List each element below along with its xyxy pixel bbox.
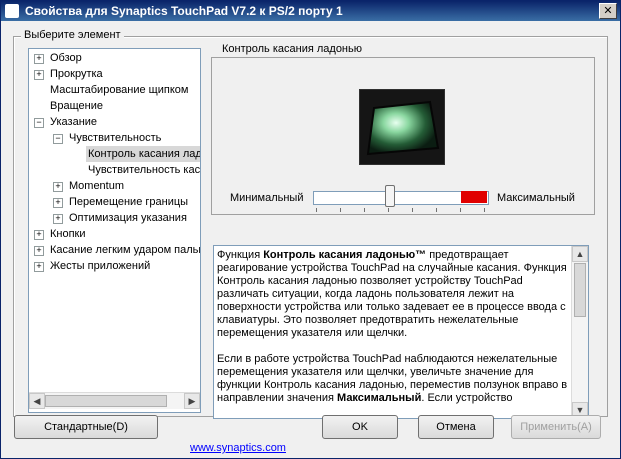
tree-item-label: Касание легким ударом пальца bbox=[50, 244, 201, 256]
scroll-left-icon[interactable]: ◀ bbox=[29, 393, 45, 409]
collapse-icon[interactable]: − bbox=[53, 134, 63, 144]
scroll-thumb[interactable] bbox=[45, 395, 167, 407]
expand-icon[interactable]: + bbox=[34, 70, 44, 80]
collapse-icon[interactable]: − bbox=[34, 118, 44, 128]
description-p2-rest: . Если устройство bbox=[421, 392, 513, 404]
tree-horizontal-scrollbar[interactable]: ◀ ▶ bbox=[29, 392, 200, 409]
synaptics-link[interactable]: www.synaptics.com bbox=[190, 442, 286, 454]
max-label: Максимальный bbox=[497, 192, 575, 204]
scroll-up-icon[interactable]: ▲ bbox=[572, 246, 588, 262]
description-p2-bold: Максимальный bbox=[337, 392, 422, 404]
slider-tick bbox=[460, 208, 461, 212]
scroll-right-icon[interactable]: ▶ bbox=[184, 393, 200, 409]
close-button[interactable]: ✕ bbox=[599, 3, 617, 19]
expand-icon[interactable]: + bbox=[53, 214, 63, 224]
description-p1-prefix: Функция bbox=[217, 249, 264, 261]
defaults-button[interactable]: Стандартные(D) bbox=[14, 415, 158, 439]
slider-tick bbox=[316, 208, 317, 212]
tree-item-label: Прокрутка bbox=[50, 68, 103, 80]
tree-item-label: Вращение bbox=[50, 100, 103, 112]
slider-tick bbox=[340, 208, 341, 212]
expand-icon[interactable]: + bbox=[34, 230, 44, 240]
slider-tick bbox=[388, 208, 389, 212]
tree-item-label: Momentum bbox=[69, 180, 125, 192]
expand-icon[interactable]: + bbox=[34, 246, 44, 256]
title-bar: Свойства для Synaptics TouchPad V7.2 к P… bbox=[1, 1, 620, 21]
apply-button[interactable]: Применить(A) bbox=[511, 415, 601, 439]
tree-item-label: Чувствительность bbox=[69, 132, 162, 144]
group-label: Выберите элемент bbox=[21, 29, 124, 41]
window-title: Свойства для Synaptics TouchPad V7.2 к P… bbox=[25, 4, 343, 18]
description-box[interactable]: Функция Контроль касания ладонью™ предот… bbox=[213, 245, 589, 419]
description-p1-bold: Контроль касания ладонью™ bbox=[263, 249, 427, 261]
tree-item-palm-check[interactable]: Контроль касания ладонью bbox=[86, 146, 201, 162]
tree-item-label: Контроль касания ладонью bbox=[88, 148, 201, 160]
slider-tick bbox=[436, 208, 437, 212]
tree-item-label: Обзор bbox=[50, 52, 82, 64]
tree-item-label: Масштабирование щипком bbox=[50, 84, 189, 96]
tree-item-label: Указание bbox=[50, 116, 98, 128]
cancel-button[interactable]: Отмена bbox=[418, 415, 494, 439]
expand-icon[interactable]: + bbox=[53, 198, 63, 208]
description-p1-rest: предотвращает реагирование устройства To… bbox=[217, 249, 567, 339]
expand-icon[interactable]: + bbox=[53, 182, 63, 192]
palm-check-slider-max-zone bbox=[461, 191, 487, 203]
tree-item-label: Оптимизация указания bbox=[69, 212, 187, 224]
min-label: Минимальный bbox=[230, 192, 304, 204]
properties-window: Свойства для Synaptics TouchPad V7.2 к P… bbox=[0, 0, 621, 459]
slider-tick bbox=[364, 208, 365, 212]
palm-check-title: Контроль касания ладонью bbox=[220, 43, 364, 55]
settings-tree[interactable]: + Обзор + Прокрутка Масштабирование щипк… bbox=[28, 48, 201, 413]
tree-item-label: Кнопки bbox=[50, 228, 86, 240]
tree-item-label: Перемещение границы bbox=[69, 196, 189, 208]
description-text: Функция Контроль касания ладонью™ предот… bbox=[217, 249, 569, 418]
scroll-thumb[interactable] bbox=[574, 263, 586, 317]
slider-tick bbox=[412, 208, 413, 212]
app-icon bbox=[5, 4, 19, 18]
expand-icon[interactable]: + bbox=[34, 54, 44, 64]
description-vertical-scrollbar[interactable]: ▲ ▼ bbox=[571, 246, 588, 418]
touchpad-palm-image bbox=[359, 89, 445, 165]
tree-item-label: Жесты приложений bbox=[50, 260, 151, 272]
palm-check-slider-thumb[interactable] bbox=[385, 185, 395, 207]
ok-button[interactable]: OK bbox=[322, 415, 398, 439]
slider-tick bbox=[484, 208, 485, 212]
expand-icon[interactable]: + bbox=[34, 262, 44, 272]
tree-item-label: Чувствительность касания bbox=[88, 164, 201, 176]
dialog-content: Выберите элемент + Обзор + Прокрутка Мас… bbox=[1, 21, 620, 458]
